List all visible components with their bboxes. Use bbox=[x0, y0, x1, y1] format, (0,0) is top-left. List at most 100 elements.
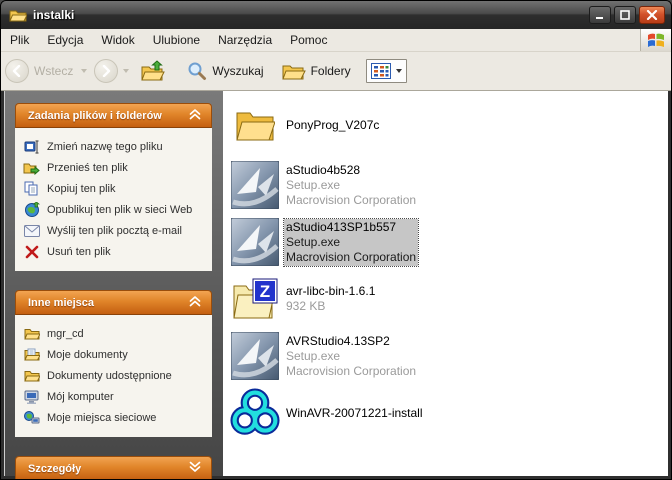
sidebar-pane: Zadania plików i folderów Zmień nazwę te… bbox=[15, 103, 212, 271]
views-icon bbox=[371, 63, 391, 79]
file-text-block[interactable]: aStudio4b528 Setup.exeMacrovision Corpor… bbox=[284, 162, 418, 209]
file-text-block[interactable]: avr-libc-bin-1.6.1 932 KB bbox=[284, 283, 377, 315]
menu-item-edycja[interactable]: Edycja bbox=[38, 29, 92, 51]
pane-title: Zadania plików i folderów bbox=[28, 110, 188, 122]
sidebar-pane: Inne miejsca mgr_cd Moje dokumenty Dokum… bbox=[15, 290, 212, 437]
file-tile[interactable]: aStudio413SP1b557 Setup.exeMacrovision C… bbox=[230, 218, 668, 266]
sidebar-pane: Szczegóły bbox=[15, 456, 212, 480]
task-link-label: Mój komputer bbox=[47, 391, 114, 403]
back-label: Wstecz bbox=[34, 64, 73, 78]
menu-item-ulubione[interactable]: Ulubione bbox=[144, 29, 209, 51]
file-text-block[interactable]: WinAVR-20071221-install bbox=[284, 405, 425, 422]
file-text-block[interactable]: PonyProg_V207c bbox=[284, 117, 381, 134]
sidebar-task-link[interactable]: Usuń ten plik bbox=[23, 241, 206, 262]
menu-item-narzędzia[interactable]: Narzędzia bbox=[209, 29, 281, 51]
file-text-block[interactable]: AVRStudio4.13SP2 Setup.exeMacrovision Co… bbox=[284, 333, 418, 380]
back-button[interactable]: Wstecz bbox=[5, 59, 92, 83]
file-subline: Setup.exe bbox=[286, 178, 416, 193]
views-dropdown-icon[interactable] bbox=[396, 69, 402, 73]
copy-icon bbox=[23, 181, 40, 197]
chevron-down-icon[interactable] bbox=[188, 460, 202, 478]
publish-web-icon bbox=[23, 202, 40, 218]
search-icon bbox=[187, 61, 207, 81]
file-subline: Setup.exe bbox=[286, 235, 416, 250]
my-documents-icon bbox=[23, 347, 40, 363]
task-link-label: Wyślij ten plik pocztą e-mail bbox=[47, 225, 182, 237]
sidebar-task-link[interactable]: Zmień nazwę tego pliku bbox=[23, 136, 206, 157]
forward-dropdown-icon[interactable] bbox=[123, 69, 129, 73]
file-tile[interactable]: AVRStudio4.13SP2 Setup.exeMacrovision Co… bbox=[230, 332, 668, 380]
task-link-label: Zmień nazwę tego pliku bbox=[47, 141, 163, 153]
up-folder-icon bbox=[141, 60, 165, 82]
rename-icon bbox=[23, 139, 40, 155]
my-computer-icon bbox=[23, 389, 40, 405]
up-button[interactable] bbox=[136, 60, 170, 82]
folder-small-icon bbox=[23, 326, 40, 342]
file-name: PonyProg_V207c bbox=[286, 118, 379, 133]
file-tile[interactable]: aStudio4b528 Setup.exeMacrovision Corpor… bbox=[230, 161, 668, 209]
windows-logo-icon bbox=[640, 29, 671, 51]
content-area: Zadania plików i folderów Zmień nazwę te… bbox=[1, 91, 671, 479]
file-subline: Macrovision Corporation bbox=[286, 364, 416, 379]
menu-item-pomoc[interactable]: Pomoc bbox=[281, 29, 336, 51]
close-button[interactable] bbox=[639, 6, 665, 24]
file-subline: Macrovision Corporation bbox=[286, 250, 416, 265]
folders-icon bbox=[282, 61, 306, 81]
menu-item-plik[interactable]: Plik bbox=[1, 29, 38, 51]
views-button[interactable] bbox=[366, 59, 407, 83]
menu-item-widok[interactable]: Widok bbox=[92, 29, 143, 51]
file-name: aStudio4b528 bbox=[286, 163, 416, 178]
sidebar-task-link[interactable]: Dokumenty udostępnione bbox=[23, 365, 206, 386]
pane-header[interactable]: Szczegóły bbox=[15, 456, 212, 480]
title-bar[interactable]: instalki bbox=[1, 1, 671, 29]
file-name: AVRStudio4.13SP2 bbox=[286, 334, 416, 349]
task-pane-sidebar: Zadania plików i folderów Zmień nazwę te… bbox=[4, 91, 223, 476]
sidebar-task-link[interactable]: Moje dokumenty bbox=[23, 344, 206, 365]
forward-icon bbox=[94, 59, 118, 83]
task-link-label: Moje dokumenty bbox=[47, 349, 128, 361]
pane-body: Zmień nazwę tego pliku Przenieś ten plik… bbox=[15, 128, 212, 271]
sidebar-task-link[interactable]: Opublikuj ten plik w sieci Web bbox=[23, 199, 206, 220]
file-tile[interactable]: PonyProg_V207c bbox=[230, 101, 668, 149]
task-link-label: Dokumenty udostępnione bbox=[47, 370, 172, 382]
chevron-up-icon[interactable] bbox=[188, 294, 202, 312]
file-name: aStudio413SP1b557 bbox=[286, 220, 416, 235]
task-link-label: mgr_cd bbox=[47, 328, 84, 340]
search-button[interactable]: Wyszukaj bbox=[182, 61, 268, 81]
email-icon bbox=[23, 223, 40, 239]
move-icon bbox=[23, 160, 40, 176]
pane-header[interactable]: Zadania plików i folderów bbox=[15, 103, 212, 128]
file-text-block[interactable]: aStudio413SP1b557 Setup.exeMacrovision C… bbox=[284, 219, 418, 266]
task-link-label: Moje miejsca sieciowe bbox=[47, 412, 156, 424]
file-tile[interactable]: WinAVR-20071221-install bbox=[230, 389, 668, 437]
file-name: WinAVR-20071221-install bbox=[286, 406, 423, 421]
pane-title: Inne miejsca bbox=[28, 297, 188, 309]
chevron-up-icon[interactable] bbox=[188, 107, 202, 125]
installshield-icon bbox=[230, 161, 280, 209]
task-link-label: Opublikuj ten plik w sieci Web bbox=[47, 204, 192, 216]
maximize-button[interactable] bbox=[614, 6, 636, 24]
folders-button[interactable]: Foldery bbox=[277, 61, 356, 81]
pane-header[interactable]: Inne miejsca bbox=[15, 290, 212, 315]
task-link-label: Przenieś ten plik bbox=[47, 162, 128, 174]
folder-icon bbox=[9, 8, 27, 22]
sidebar-task-link[interactable]: Przenieś ten plik bbox=[23, 157, 206, 178]
sidebar-task-link[interactable]: Kopiuj ten plik bbox=[23, 178, 206, 199]
file-list[interactable]: PonyProg_V207c aStudio4b528 Setup.exeMac… bbox=[223, 91, 668, 476]
file-tile[interactable]: Z avr-libc-bin-1.6.1 932 KB bbox=[230, 275, 668, 323]
sidebar-task-link[interactable]: Wyślij ten plik pocztą e-mail bbox=[23, 220, 206, 241]
zip-folder-icon: Z bbox=[230, 275, 280, 323]
folder-large-icon bbox=[230, 101, 280, 149]
file-name: avr-libc-bin-1.6.1 bbox=[286, 284, 375, 299]
delete-icon bbox=[23, 244, 40, 260]
installshield-icon bbox=[230, 218, 280, 266]
minimize-button[interactable] bbox=[589, 6, 611, 24]
back-dropdown-icon[interactable] bbox=[81, 69, 87, 73]
sidebar-task-link[interactable]: mgr_cd bbox=[23, 323, 206, 344]
forward-button[interactable] bbox=[94, 59, 134, 83]
sidebar-task-link[interactable]: Moje miejsca sieciowe bbox=[23, 407, 206, 428]
file-subline: 932 KB bbox=[286, 299, 375, 314]
toolbar: Wstecz Wyszukaj bbox=[1, 52, 671, 91]
window-title: instalki bbox=[33, 8, 586, 22]
sidebar-task-link[interactable]: Mój komputer bbox=[23, 386, 206, 407]
